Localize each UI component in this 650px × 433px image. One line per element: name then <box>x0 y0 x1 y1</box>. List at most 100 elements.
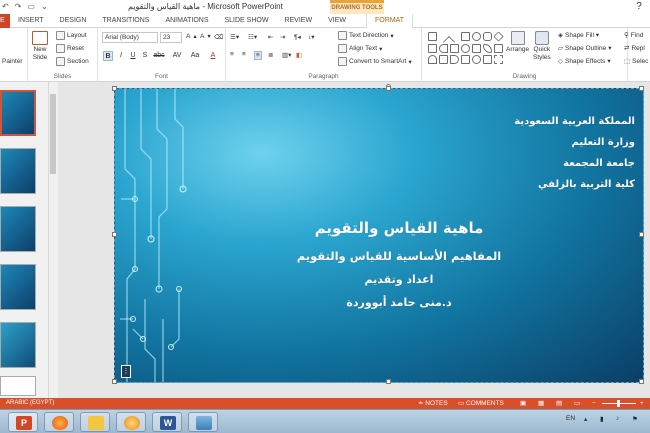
language-indicator[interactable]: ARABIC (EGYPT) <box>6 398 54 409</box>
curve-shape-icon[interactable] <box>439 43 448 53</box>
font-size-box[interactable]: 23 <box>160 32 182 43</box>
increase-indent-icon[interactable]: ⇥ <box>280 33 285 41</box>
decrease-indent-icon[interactable]: ⇤ <box>268 33 273 41</box>
resize-handle[interactable] <box>639 232 644 237</box>
layout-button[interactable]: Layout <box>56 31 87 40</box>
rectangle-shape-icon[interactable] <box>461 32 470 41</box>
quick-styles-button[interactable]: Quick Styles <box>533 31 551 61</box>
convert-smartart-button[interactable]: Convert to SmartArt ▾ <box>338 57 412 66</box>
slide-thumbnail[interactable] <box>0 376 36 396</box>
resize-handle[interactable] <box>112 86 117 91</box>
chevron-shape-icon[interactable] <box>461 55 470 65</box>
action-button-icon[interactable]: ⋮ <box>121 365 131 378</box>
slideshow-view-icon[interactable]: ▭ <box>574 398 580 409</box>
align-left-icon[interactable]: ≡ <box>230 51 234 58</box>
triangle-shape-icon[interactable] <box>428 43 437 53</box>
resize-handle[interactable] <box>386 379 391 384</box>
star-shape-icon[interactable] <box>494 43 503 53</box>
tab-animations[interactable]: ANIMATIONS <box>157 14 216 28</box>
thumbnail-scroll-thumb[interactable] <box>50 94 56 174</box>
taskbar-powerpoint-button[interactable]: P <box>8 412 38 432</box>
arc-shape-icon[interactable] <box>483 43 492 53</box>
shape-fill-button[interactable]: ◈ Shape Fill ▾ <box>558 31 599 40</box>
zoom-out-icon[interactable]: − <box>592 398 596 409</box>
line-spacing-icon[interactable]: ↕▾ <box>308 33 315 41</box>
volume-icon[interactable]: ♪ <box>616 415 619 422</box>
slide-canvas[interactable]: المملكة العربية السعودية وزارة التعليم ج… <box>114 88 644 383</box>
language-bar[interactable]: EN <box>566 415 575 422</box>
justify-icon[interactable]: ≣ <box>268 51 273 59</box>
format-painter-button[interactable]: Painter <box>2 58 23 65</box>
grow-font-icon[interactable]: A ▲ <box>186 33 198 40</box>
slide-thumbnail[interactable] <box>0 90 36 136</box>
direction-icon[interactable]: ◧ <box>296 51 302 59</box>
underline-button[interactable]: U <box>128 51 138 61</box>
columns-icon[interactable]: ▥▾ <box>282 51 291 59</box>
tab-format[interactable]: FORMAT <box>365 13 414 28</box>
notes-button[interactable]: ≐ NOTES <box>418 398 448 409</box>
heart-shape-icon[interactable] <box>472 55 481 65</box>
tab-transitions[interactable]: TRANSITIONS <box>94 14 157 28</box>
find-button[interactable]: ⚲ Find <box>624 31 643 40</box>
tab-review[interactable]: REVIEW <box>276 14 320 28</box>
reading-view-icon[interactable]: ▤ <box>556 398 562 409</box>
arrange-button[interactable]: Arrange <box>506 31 529 53</box>
brace-shape-icon[interactable] <box>428 55 437 65</box>
callout-shape-icon[interactable] <box>472 43 481 53</box>
change-case-button[interactable]: Aa <box>188 51 202 61</box>
help-icon[interactable]: ? <box>628 0 650 14</box>
strikethrough-button[interactable]: abc <box>152 51 166 61</box>
align-text-button[interactable]: Align Text ▾ <box>338 44 382 53</box>
reset-button[interactable]: Reset <box>56 44 84 53</box>
normal-view-icon[interactable]: ▣ <box>520 398 526 409</box>
show-hidden-icons-icon[interactable]: ▴ <box>584 415 587 423</box>
slide-thumbnail[interactable] <box>0 206 36 252</box>
bullets-icon[interactable]: ☰▾ <box>230 33 239 41</box>
resize-handle[interactable] <box>112 232 117 237</box>
numbering-icon[interactable]: ☷▾ <box>248 33 257 41</box>
select-button[interactable]: ⬚ Selec <box>624 57 648 66</box>
taskbar-explorer-button[interactable] <box>80 412 110 432</box>
block-arrow-shape-icon[interactable] <box>450 43 459 53</box>
taskbar-firefox-button[interactable] <box>44 412 74 432</box>
taskbar-media-player-button[interactable] <box>116 412 146 432</box>
shapes-gallery[interactable] <box>428 30 504 66</box>
resize-handle[interactable] <box>639 379 644 384</box>
rounded-rect-shape-icon[interactable] <box>483 32 492 41</box>
slideshow-start-icon[interactable]: ▭ <box>27 2 35 11</box>
arrow-shape-icon[interactable] <box>448 30 461 43</box>
network-icon[interactable]: ▮ <box>600 415 604 423</box>
section-button[interactable]: Section <box>56 57 89 66</box>
character-spacing-button[interactable]: AV <box>170 51 184 61</box>
smiley-shape-icon[interactable] <box>461 43 470 53</box>
oval-shape-icon[interactable] <box>472 32 481 41</box>
freeform-shape-icon[interactable] <box>494 55 503 65</box>
more-shapes-icon[interactable] <box>483 55 492 65</box>
slide-sorter-icon[interactable]: ▦ <box>538 398 544 409</box>
shrink-font-icon[interactable]: A ▼ <box>200 33 212 40</box>
shadow-button[interactable]: S <box>140 51 150 61</box>
tab-view[interactable]: VIEW <box>320 14 354 28</box>
zoom-in-icon[interactable]: + <box>640 398 644 409</box>
font-name-box[interactable]: Arial (Body) <box>102 32 158 43</box>
bracket-shape-icon[interactable] <box>439 55 448 65</box>
redo-icon[interactable]: ↷ <box>15 2 22 11</box>
taskbar-word-button[interactable]: W <box>152 412 182 432</box>
italic-button[interactable]: I <box>116 51 126 61</box>
font-color-button[interactable]: A <box>208 51 218 61</box>
tab-file[interactable]: E <box>0 13 10 28</box>
tab-slide-show[interactable]: SLIDE SHOW <box>217 14 277 28</box>
flag-icon[interactable]: ⚑ <box>632 415 638 423</box>
shape-effects-button[interactable]: ◇ Shape Effects ▾ <box>558 57 611 66</box>
text-box-shape-icon[interactable] <box>428 32 437 41</box>
comments-button[interactable]: ▭ COMMENTS <box>458 398 504 409</box>
tab-insert[interactable]: INSERT <box>10 14 52 28</box>
slide-thumbnail[interactable] <box>0 322 36 368</box>
taskbar-image-viewer-button[interactable] <box>188 412 218 432</box>
shape-outline-button[interactable]: ▱ Shape Outline ▾ <box>558 44 611 53</box>
resize-handle[interactable] <box>112 379 117 384</box>
tab-design[interactable]: DESIGN <box>52 14 95 28</box>
align-center-icon[interactable]: ≡ <box>242 51 246 58</box>
undo-icon[interactable]: ↶ <box>2 2 9 11</box>
text-direction-button[interactable]: Text Direction ▾ <box>338 31 394 40</box>
